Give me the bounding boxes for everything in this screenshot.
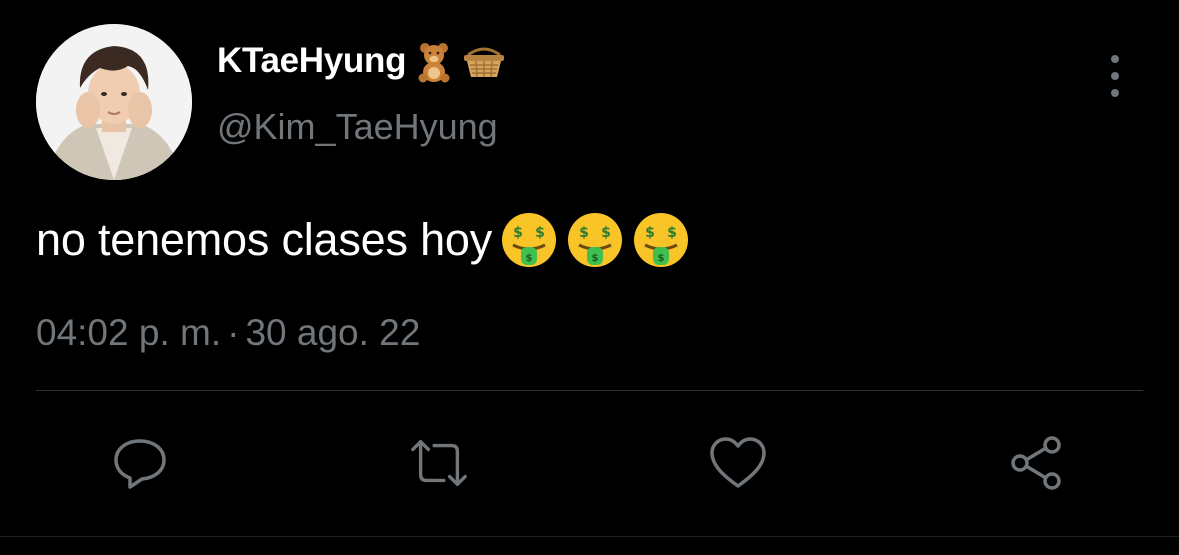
- money-mouth-face-icon: $ $ $: [500, 211, 558, 269]
- reply-icon: [114, 439, 166, 489]
- avatar[interactable]: [36, 24, 192, 180]
- menu-dot: [1111, 55, 1119, 63]
- profile-photo: [36, 24, 192, 180]
- menu-dot: [1111, 89, 1119, 97]
- money-mouth-face-icon: $ $ $: [632, 211, 690, 269]
- menu-dot: [1111, 72, 1119, 80]
- svg-text:$: $: [601, 225, 611, 241]
- divider: [36, 390, 1143, 391]
- svg-text:$: $: [579, 225, 589, 241]
- more-vertical-icon[interactable]: [1100, 55, 1130, 97]
- user-handle[interactable]: @Kim_TaeHyung: [217, 106, 498, 148]
- tweet-text: no tenemos clases hoy: [36, 214, 493, 265]
- svg-text:$: $: [645, 225, 655, 241]
- money-mouth-face-icon: $ $ $: [566, 211, 624, 269]
- bottom-divider: [0, 536, 1179, 537]
- tweet-time: 04:02 p. m.: [36, 312, 222, 353]
- tweet-body: no tenemos clases hoy $ $ $ $ $ $ $ $ $: [36, 210, 690, 270]
- svg-text:$: $: [667, 225, 677, 241]
- retweet-button[interactable]: [409, 433, 469, 493]
- svg-text:$: $: [513, 225, 523, 241]
- tweet-card: KTaeHyung @Kim_TaeHyung no tenemos clase…: [0, 0, 1179, 555]
- svg-text:$: $: [592, 253, 599, 264]
- retweet-icon: [411, 440, 467, 486]
- basket-icon: [462, 39, 506, 83]
- display-name[interactable]: KTaeHyung: [217, 41, 406, 81]
- reply-button[interactable]: [110, 433, 170, 493]
- like-button[interactable]: [708, 433, 768, 493]
- svg-text:$: $: [658, 253, 665, 264]
- like-icon: [710, 437, 766, 488]
- teddy-bear-icon: [412, 39, 456, 83]
- tweet-date: 30 ago. 22: [245, 312, 421, 353]
- share-icon: [1011, 436, 1061, 490]
- svg-text:$: $: [535, 225, 545, 241]
- share-button[interactable]: [1007, 433, 1067, 493]
- svg-text:$: $: [526, 253, 533, 264]
- display-name-row: KTaeHyung: [217, 36, 506, 86]
- tweet-timestamp[interactable]: 04:02 p. m. · 30 ago. 22: [36, 312, 420, 354]
- meta-separator: ·: [227, 312, 240, 353]
